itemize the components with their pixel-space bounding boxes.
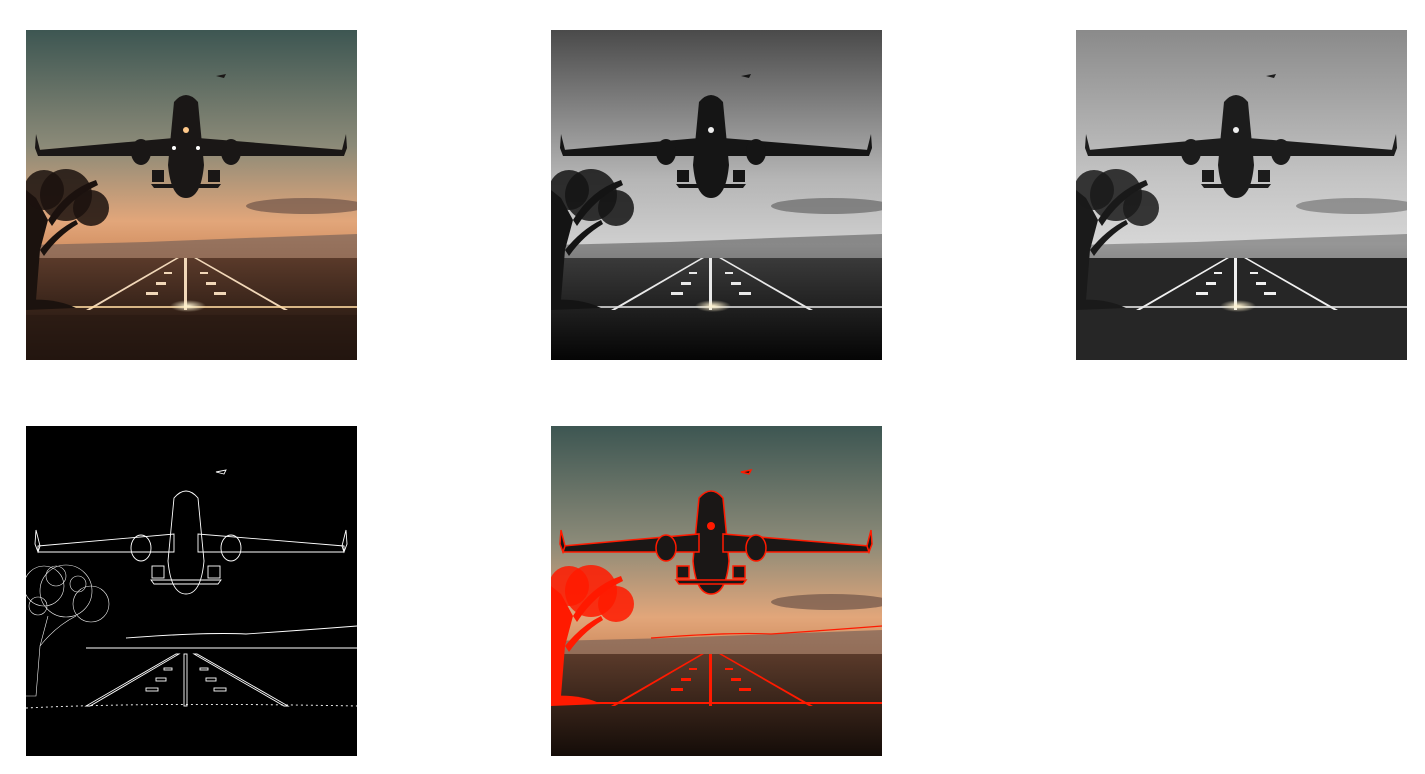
original-image	[26, 30, 357, 360]
edges-image	[26, 426, 357, 756]
equalized-scene	[1076, 30, 1407, 360]
grayscale-scene	[551, 30, 882, 360]
edges-overlay-image	[551, 426, 882, 756]
edges-scene	[26, 426, 357, 756]
original-scene	[26, 30, 357, 360]
overlay-scene	[551, 426, 882, 756]
grayscale-image	[551, 30, 882, 360]
grayscale-equalized-image	[1076, 30, 1407, 360]
